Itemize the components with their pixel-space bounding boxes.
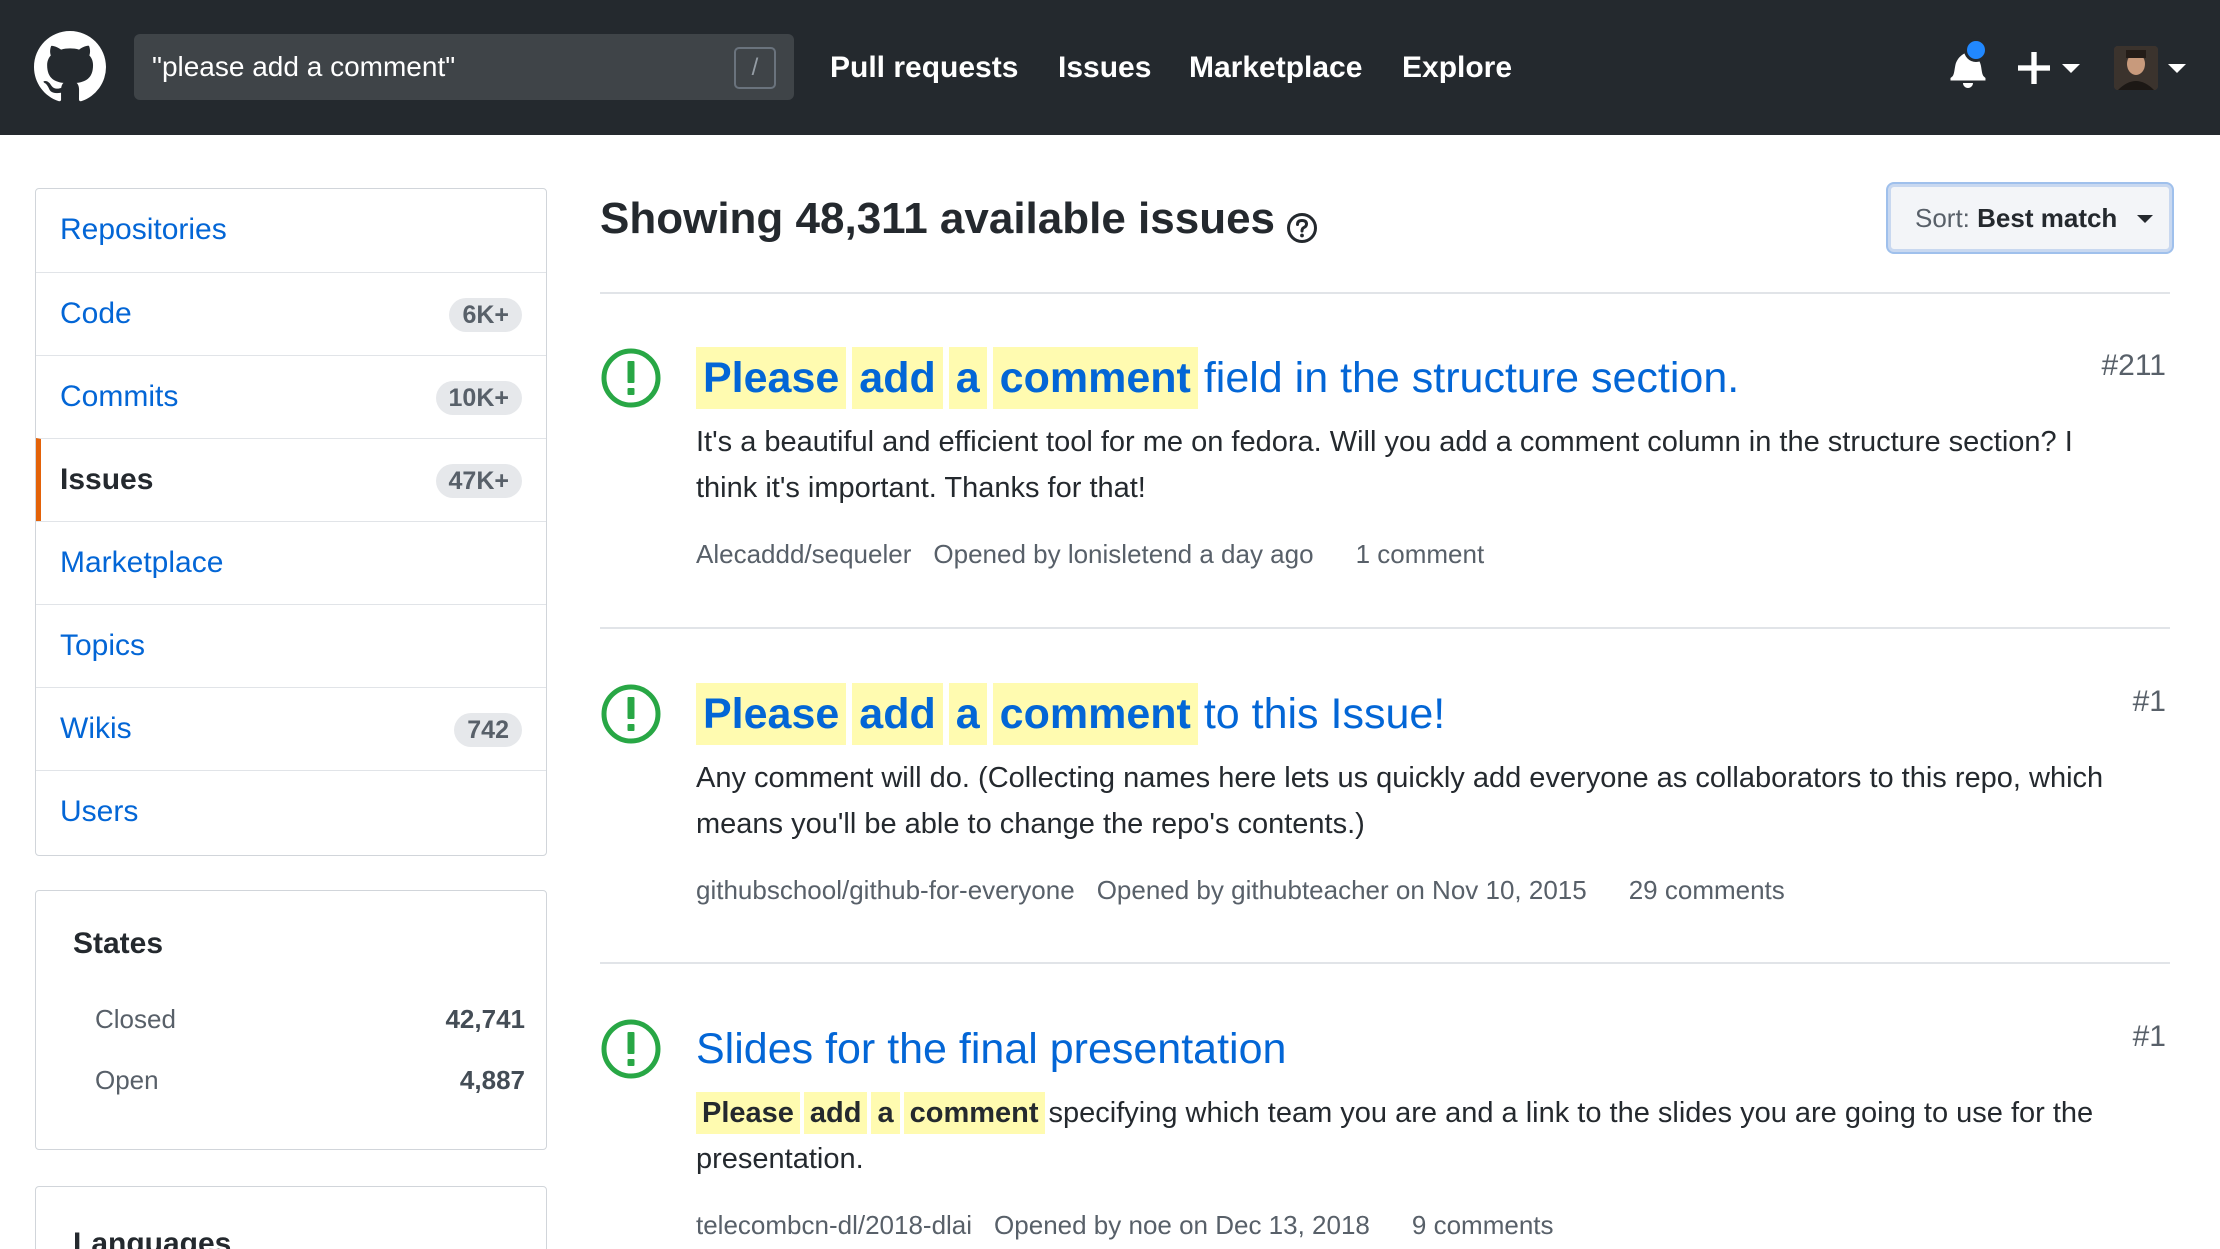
issue-opened-by: Opened by lonisletend a day ago (933, 539, 1314, 569)
states-heading: States (73, 927, 164, 960)
state-open-filter[interactable]: Open 4,887 (95, 1060, 525, 1100)
nav-explore[interactable]: Explore (1402, 0, 1512, 135)
issue-title-text: to this Issue! (1203, 690, 1446, 738)
create-new-plus-icon[interactable] (2018, 52, 2050, 84)
search-highlight: a (871, 1092, 900, 1134)
filter-issues[interactable]: Issues 47K+ (36, 438, 546, 521)
issue-title-link[interactable]: Please add a comment field in the structure … (696, 347, 1739, 409)
state-count: 4,887 (459, 1065, 525, 1095)
sort-label: Sort: Best match (1915, 203, 2118, 233)
issue-title-link[interactable]: Slides for the final presentation (696, 1018, 1286, 1080)
filter-label: Code (60, 297, 132, 330)
user-menu-caret-icon[interactable] (2168, 64, 2186, 73)
search-highlight: Please (696, 347, 847, 409)
nav-pull-requests[interactable]: Pull requests (830, 0, 1018, 135)
search-highlight: a (948, 683, 987, 745)
issue-title-link[interactable]: Please add a comment to this Issue! (696, 683, 1445, 745)
filter-count-badge: 742 (454, 713, 522, 747)
create-dropdown-caret-icon[interactable] (2062, 64, 2080, 73)
filter-count-badge: 10K+ (435, 381, 522, 415)
filter-repositories[interactable]: Repositories (36, 189, 546, 272)
sort-dropdown-button[interactable]: Sort: Best match (1888, 184, 2172, 252)
state-label: Open (95, 1065, 159, 1095)
issue-meta: Alecaddd/sequeler Opened by lonisletend a… (696, 539, 1506, 570)
search-highlight: Please (696, 683, 847, 745)
search-highlight: add (852, 347, 943, 409)
search-query-text: "please add a comment" (152, 51, 456, 82)
search-type-filter-menu: Repositories Code 6K+ Commits 10K+ Issue… (35, 188, 547, 856)
open-issue-icon (601, 348, 661, 408)
filter-label: Topics (60, 629, 146, 662)
search-highlight: comment (992, 683, 1198, 745)
unread-notification-dot (1964, 38, 1988, 62)
results-divider (600, 627, 2170, 629)
open-issue-icon (601, 1019, 661, 1079)
filter-label: Users (60, 795, 139, 828)
issue-title-text: field in the structure section. (1203, 354, 1740, 402)
issue-comment-count[interactable]: 29 comments (1629, 875, 1785, 905)
filter-commits[interactable]: Commits 10K+ (36, 355, 546, 438)
states-filter-panel: States Closed 42,741 Open 4,887 (35, 890, 547, 1150)
issue-meta: githubschool/github-for-everyone Opened b… (696, 875, 1807, 906)
search-highlight: comment (903, 1092, 1045, 1134)
languages-heading: Languages (73, 1227, 232, 1249)
issue-comment-count[interactable]: 1 comment (1356, 539, 1485, 569)
filter-count-badge: 6K+ (449, 298, 522, 332)
filter-label: Issues (60, 463, 154, 496)
top-header: "please add a comment" / Pull requests I… (0, 0, 2220, 135)
issue-body-snippet: Please add a comment specifying which team y… (696, 1090, 2116, 1182)
search-input[interactable]: "please add a comment" / (134, 34, 794, 100)
filter-label: Commits (60, 380, 179, 413)
nav-issues[interactable]: Issues (1058, 0, 1151, 135)
state-closed-filter[interactable]: Closed 42,741 (95, 999, 525, 1039)
search-highlight: add (803, 1092, 868, 1134)
search-highlight: comment (992, 347, 1198, 409)
languages-filter-panel: Languages (35, 1186, 547, 1249)
filter-label: Wikis (60, 712, 132, 745)
issue-number: #1 (2132, 1020, 2166, 1053)
open-issue-icon (601, 684, 661, 744)
search-highlight: Please (696, 1092, 800, 1134)
issue-opened-by: Opened by githubteacher on Nov 10, 2015 (1096, 875, 1587, 905)
issue-number: #1 (2132, 685, 2166, 718)
user-avatar[interactable] (2114, 46, 2158, 90)
github-logo-icon[interactable] (34, 31, 106, 103)
issue-meta: telecombcn-dl/2018-dlai Opened by noe on … (696, 1210, 1576, 1241)
search-highlight: add (852, 683, 943, 745)
question-help-icon[interactable] (1286, 212, 1318, 244)
filter-marketplace[interactable]: Marketplace (36, 521, 546, 604)
slash-shortcut-icon: / (734, 47, 776, 89)
filter-label: Repositories (60, 213, 227, 246)
results-divider (600, 292, 2170, 294)
filter-wikis[interactable]: Wikis 742 (36, 687, 546, 770)
state-count: 42,741 (445, 1004, 525, 1034)
results-count-heading: Showing 48,311 available issues (600, 194, 1276, 243)
issue-opened-by: Opened by noe on Dec 13, 2018 (994, 1210, 1370, 1240)
filter-users[interactable]: Users (36, 770, 546, 853)
issue-number: #211 (2101, 349, 2166, 382)
filter-topics[interactable]: Topics (36, 604, 546, 687)
filter-label: Marketplace (60, 546, 224, 579)
issue-repo-link[interactable]: githubschool/github-for-everyone (696, 875, 1075, 905)
filter-count-badge: 47K+ (435, 464, 522, 498)
issue-comment-count[interactable]: 9 comments (1412, 1210, 1554, 1240)
issue-repo-link[interactable]: Alecaddd/sequeler (696, 539, 911, 569)
sort-caret-icon (2137, 215, 2153, 223)
issue-body-snippet: Any comment will do. (Collecting names h… (696, 762, 2104, 840)
search-highlight: a (948, 347, 987, 409)
filter-code[interactable]: Code 6K+ (36, 272, 546, 355)
nav-marketplace[interactable]: Marketplace (1189, 0, 1362, 135)
issue-body-snippet: It's a beautiful and efficient tool for … (696, 426, 2073, 504)
results-divider (600, 962, 2170, 964)
issue-repo-link[interactable]: telecombcn-dl/2018-dlai (696, 1210, 972, 1240)
avatar-portrait-icon (2114, 46, 2158, 90)
state-label: Closed (95, 1004, 176, 1034)
